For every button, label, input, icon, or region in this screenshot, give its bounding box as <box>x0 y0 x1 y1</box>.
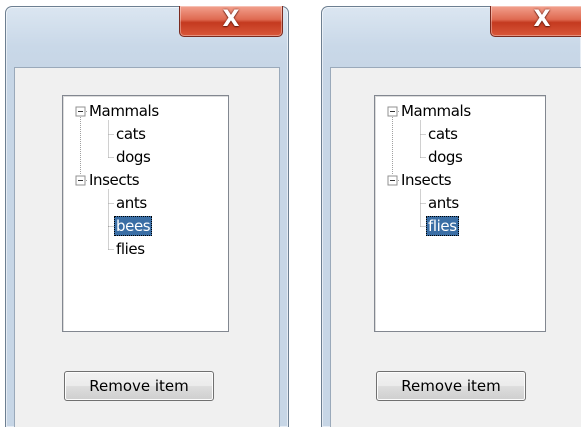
tree-view[interactable]: Mammals cats dogs Insects ants flies <box>374 95 546 332</box>
tree-item-category[interactable]: Mammals <box>89 101 159 121</box>
close-icon: X <box>533 7 551 32</box>
tree-item[interactable]: flies <box>116 239 145 259</box>
tree-item[interactable]: flies <box>426 216 459 236</box>
tree-view[interactable]: Mammals cats dogs Insects ants bees flies <box>62 95 229 332</box>
tree-item[interactable]: ants <box>428 193 459 213</box>
close-button[interactable]: X <box>490 6 581 37</box>
tree-item-category[interactable]: Insects <box>89 170 140 190</box>
client-area: Mammals cats dogs Insects ants bees flies Remo… <box>14 67 280 427</box>
dialog-window-before: X Mammals cats dogs Insects ants bees flies Re… <box>5 6 289 427</box>
tree-item[interactable]: cats <box>116 124 146 144</box>
tree-item[interactable]: dogs <box>428 147 463 167</box>
close-button[interactable]: X <box>179 6 283 37</box>
tree-item[interactable]: ants <box>116 193 147 213</box>
tree-item[interactable]: bees <box>114 216 153 236</box>
close-icon: X <box>222 7 240 32</box>
tree-connector-lines <box>387 106 426 227</box>
tree-item[interactable]: dogs <box>116 147 151 167</box>
remove-item-button[interactable]: Remove item <box>64 371 214 401</box>
tree-item[interactable]: cats <box>428 124 458 144</box>
tree-item-category[interactable]: Mammals <box>401 101 471 121</box>
tree-item-category[interactable]: Insects <box>401 170 452 190</box>
dialog-window-after: X Mammals cats dogs Insects ants flies Remove… <box>321 6 581 427</box>
remove-item-button[interactable]: Remove item <box>376 371 526 401</box>
client-area: Mammals cats dogs Insects ants flies Remove i… <box>330 67 581 427</box>
